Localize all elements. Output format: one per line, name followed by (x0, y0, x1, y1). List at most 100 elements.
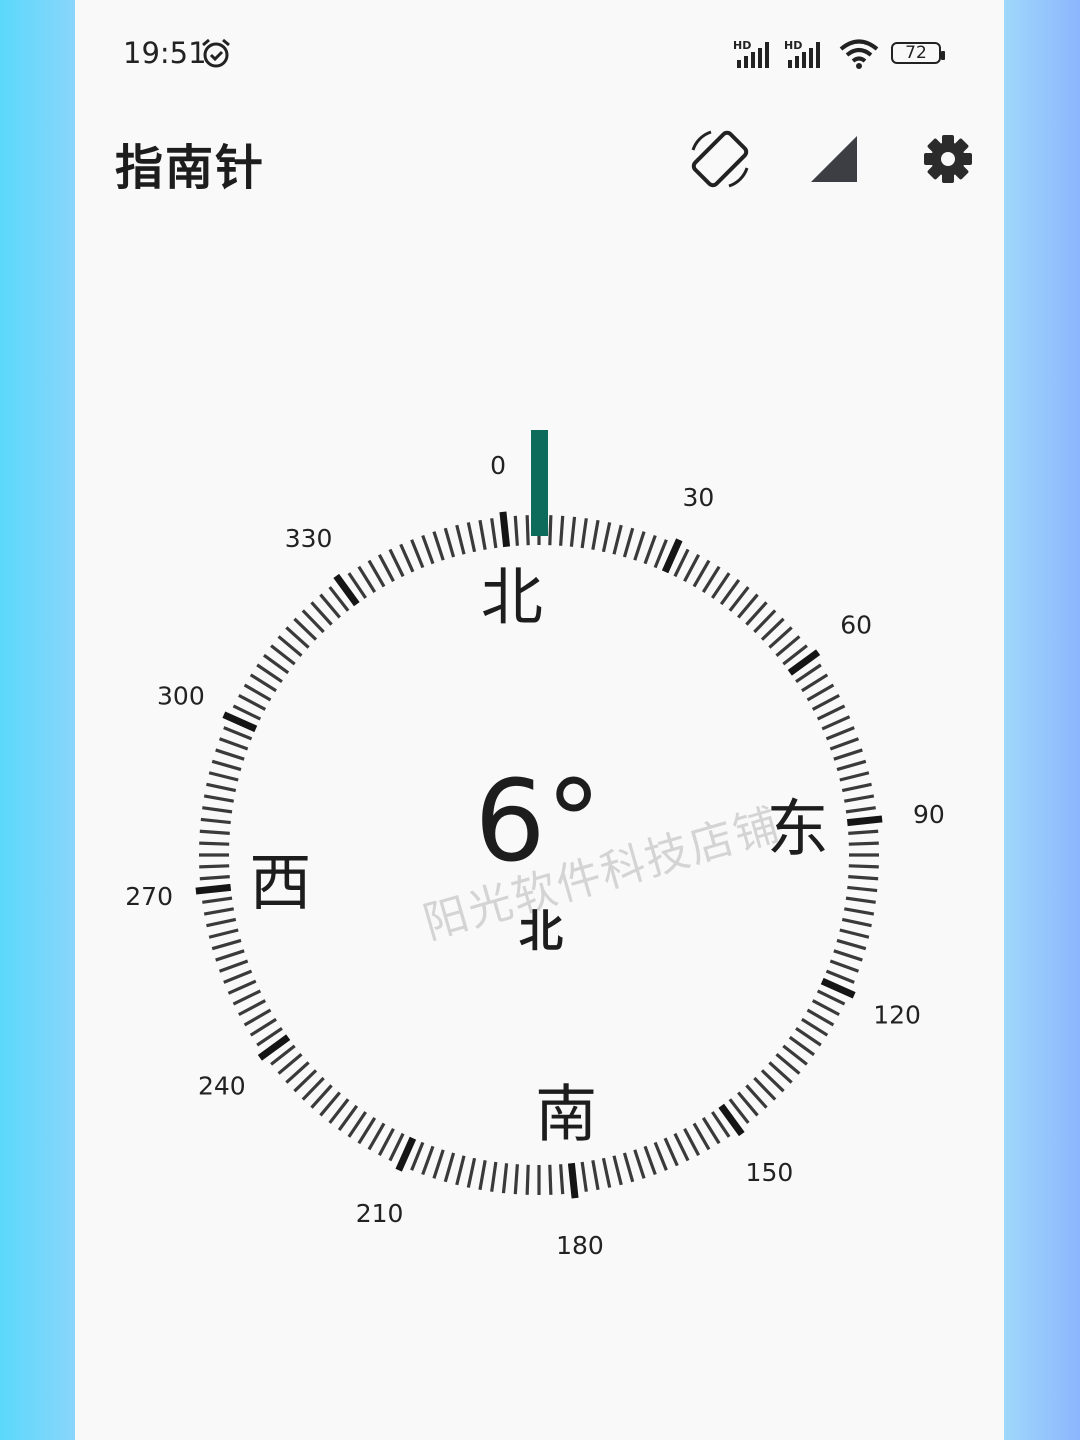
minor-tick (443, 1152, 456, 1183)
minor-tick (249, 1017, 277, 1037)
minor-tick (633, 1149, 646, 1179)
minor-tick (199, 875, 230, 881)
minor-tick (806, 683, 835, 702)
degree-label: 240 (198, 1071, 246, 1100)
major-tick (195, 883, 232, 895)
minor-tick (836, 759, 867, 772)
minor-tick (591, 519, 600, 550)
minor-tick (683, 1127, 701, 1156)
minor-tick (829, 737, 860, 751)
minor-tick (466, 522, 477, 553)
minor-tick (692, 1122, 711, 1151)
cardinal-north: 北 (481, 560, 543, 633)
minor-tick (478, 1160, 487, 1191)
minor-tick (199, 864, 230, 869)
minor-tick (622, 527, 635, 558)
minor-tick (559, 515, 565, 546)
minor-tick (829, 959, 860, 973)
minor-tick (683, 554, 701, 583)
minor-tick (833, 748, 863, 761)
minor-tick (202, 806, 233, 814)
minor-tick (811, 693, 840, 711)
minor-tick (848, 864, 879, 869)
minor-tick (388, 548, 405, 578)
minor-tick (377, 1127, 395, 1156)
minor-tick (836, 938, 867, 951)
minor-tick (841, 917, 872, 928)
minor-tick (622, 1152, 635, 1183)
minor-tick (848, 875, 879, 881)
minor-tick (443, 527, 456, 558)
minor-tick (357, 1117, 377, 1145)
degree-label: 330 (285, 524, 333, 553)
minor-tick (612, 1155, 623, 1186)
minor-tick (227, 979, 257, 995)
minor-tick (673, 1132, 690, 1162)
degree-label: 270 (125, 882, 173, 911)
minor-tick (421, 534, 435, 565)
minor-tick (199, 829, 230, 835)
major-tick (567, 1162, 579, 1199)
minor-tick (701, 565, 721, 593)
minor-tick (844, 794, 875, 803)
degree-label: 150 (746, 1158, 794, 1187)
minor-tick (548, 1164, 553, 1195)
minor-tick (844, 907, 875, 916)
minor-tick (569, 516, 577, 547)
minor-tick (839, 928, 870, 939)
minor-tick (200, 817, 231, 825)
minor-tick (218, 959, 249, 973)
minor-tick (580, 518, 588, 549)
major-tick (820, 977, 856, 999)
minor-tick (839, 771, 870, 782)
cardinal-west: 西 (249, 846, 311, 919)
minor-tick (801, 673, 829, 693)
degree-label: 300 (157, 682, 205, 711)
minor-tick (432, 1149, 445, 1179)
minor-tick (841, 782, 872, 793)
minor-tick (825, 969, 855, 984)
minor-tick (847, 885, 878, 893)
degree-label: 90 (913, 800, 945, 829)
minor-tick (249, 673, 277, 693)
minor-tick (410, 539, 425, 569)
minor-tick (223, 726, 253, 741)
minor-tick (833, 949, 863, 962)
cardinal-south: 南 (535, 1078, 597, 1151)
minor-tick (816, 704, 846, 721)
major-tick (846, 815, 883, 827)
minor-tick (410, 1141, 425, 1171)
minor-tick (513, 1164, 519, 1195)
minor-tick (633, 531, 646, 561)
minor-tick (513, 515, 519, 546)
minor-tick (806, 1008, 835, 1027)
minor-tick (218, 737, 249, 751)
minor-tick (243, 683, 272, 702)
minor-tick (490, 1161, 498, 1192)
minor-tick (367, 1122, 386, 1151)
minor-tick (432, 531, 445, 561)
minor-tick (203, 794, 234, 803)
minor-tick (466, 1157, 477, 1188)
minor-tick (215, 748, 245, 761)
major-tick (499, 511, 511, 548)
north-pointer (531, 430, 548, 536)
minor-tick (206, 917, 237, 928)
minor-tick (421, 1145, 435, 1176)
minor-tick (845, 896, 876, 904)
degree-label: 30 (683, 483, 715, 512)
minor-tick (223, 969, 253, 984)
phone-screen: 19:51 HD HD 72 指南针 0 30 60 90 120 150 18… (75, 0, 1004, 1440)
minor-tick (848, 829, 879, 835)
minor-tick (478, 519, 487, 550)
minor-tick (663, 1137, 679, 1167)
minor-tick (692, 559, 711, 588)
minor-tick (215, 949, 245, 962)
minor-tick (601, 1157, 612, 1188)
minor-tick (211, 759, 242, 772)
minor-tick (821, 715, 851, 731)
degree-label: 210 (356, 1199, 404, 1228)
minor-tick (238, 693, 267, 711)
minor-tick (208, 771, 239, 782)
minor-tick (548, 515, 553, 546)
